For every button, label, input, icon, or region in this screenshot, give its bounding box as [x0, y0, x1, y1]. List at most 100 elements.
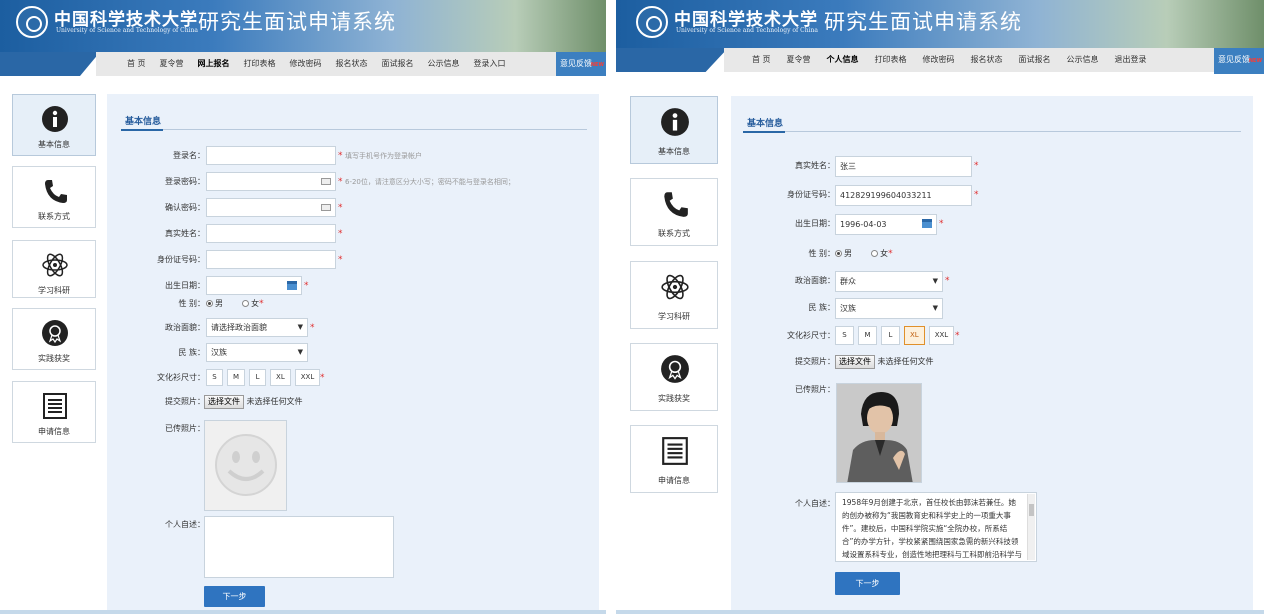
nav-feedback[interactable]: 意见反馈 NEW	[1214, 48, 1264, 74]
panel-divider	[606, 0, 616, 614]
shirt-size-label: 文化衫尺寸：	[157, 373, 205, 382]
size-m-button[interactable]: M	[227, 369, 246, 386]
id-number-input[interactable]: 412829199604033211	[835, 185, 972, 206]
keyboard-icon[interactable]	[321, 178, 331, 185]
info-icon	[42, 106, 68, 132]
sidebar-item-basic-info[interactable]: 基本信息	[12, 94, 96, 156]
username-hint: 填写手机号作为登录帐户	[345, 152, 422, 160]
nav-public-info[interactable]: 公示信息	[421, 52, 467, 76]
calendar-icon[interactable]	[287, 281, 297, 290]
upload-photo-row: 提交照片： 选择文件 未选择任何文件	[107, 392, 599, 412]
nav-logout[interactable]: 退出登录	[1107, 48, 1155, 72]
gender-row: 性 别： 男 女*	[731, 244, 1253, 264]
nav-change-password[interactable]: 修改密码	[915, 48, 963, 72]
size-s-button[interactable]: S	[835, 326, 854, 345]
political-status-select[interactable]: 群众 ▼	[835, 271, 943, 292]
sidebar-item-contact[interactable]: 联系方式	[12, 166, 96, 228]
political-status-value: 群众	[840, 277, 856, 286]
real-name-input[interactable]: 张三	[835, 156, 972, 177]
nav-home[interactable]: 首 页	[744, 48, 779, 72]
calendar-icon[interactable]	[922, 219, 932, 228]
ethnicity-select[interactable]: 汉族 ▼	[206, 343, 308, 362]
nav-public-info[interactable]: 公示信息	[1059, 48, 1107, 72]
nav-print-forms[interactable]: 打印表格	[237, 52, 283, 76]
choose-file-button[interactable]: 选择文件	[835, 354, 875, 369]
nav-personal-info[interactable]: 个人信息	[819, 48, 867, 72]
size-xl-button[interactable]: XL	[270, 369, 291, 386]
textarea-scrollbar[interactable]	[1027, 494, 1035, 560]
sidebar-item-application-info[interactable]: 申请信息	[12, 381, 96, 443]
ethnicity-select[interactable]: 汉族 ▼	[835, 298, 943, 319]
next-step-button[interactable]: 下一步	[204, 586, 265, 607]
choose-file-button[interactable]: 选择文件	[204, 394, 244, 409]
nav-items: 首 页 夏令营 个人信息 打印表格 修改密码 报名状态 面试报名 公示信息 退出…	[744, 48, 1155, 72]
size-xxl-button[interactable]: XXL	[294, 369, 321, 386]
nav-summer-camp[interactable]: 夏令营	[153, 52, 191, 76]
gender-radio-group: 男 女*	[206, 294, 264, 314]
gender-male-radio[interactable]	[206, 300, 213, 307]
nav-print-forms[interactable]: 打印表格	[867, 48, 915, 72]
gender-female-label: 女	[880, 249, 889, 258]
size-l-button[interactable]: L	[881, 326, 900, 345]
scroll-thumb[interactable]	[1029, 504, 1034, 516]
nav-interview-registration[interactable]: 面试报名	[375, 52, 421, 76]
political-status-label: 政治面貌：	[795, 276, 835, 285]
birth-date-row: 出生日期： 1996-04-03 *	[731, 214, 1253, 235]
nav-login[interactable]: 登录入口	[467, 52, 513, 76]
shirt-size-options: S M L XL XXL	[835, 326, 955, 345]
sidebar-item-label: 基本信息	[658, 147, 690, 156]
birth-date-label: 出生日期：	[165, 281, 205, 290]
sidebar-item-practice-awards[interactable]: 实践获奖	[12, 308, 96, 370]
birth-date-input[interactable]	[206, 276, 302, 295]
nav-feedback[interactable]: 意见反馈 NEW	[556, 52, 606, 76]
keyboard-icon[interactable]	[321, 204, 331, 211]
shirt-size-row: 文化衫尺寸： S M L XL XXL *	[731, 326, 1253, 346]
self-intro-textarea[interactable]: 1958年9月创建于北京，首任校长由郭沫若兼任。她的创办被称为“我国教育史和科学…	[835, 492, 1037, 562]
sidebar-item-label: 联系方式	[658, 229, 690, 238]
file-status: 未选择任何文件	[877, 357, 934, 366]
sidebar-item-application-info[interactable]: 申请信息	[630, 425, 718, 493]
sidebar-item-practice-awards[interactable]: 实践获奖	[630, 343, 718, 411]
nav-interview-registration[interactable]: 面试报名	[1011, 48, 1059, 72]
nav-online-registration[interactable]: 网上报名	[191, 52, 237, 76]
gender-female-radio[interactable]	[871, 250, 879, 257]
nav-registration-status[interactable]: 报名状态	[963, 48, 1011, 72]
required-mark: *	[338, 177, 343, 187]
username-input[interactable]	[206, 146, 336, 165]
self-intro-textarea[interactable]	[204, 516, 394, 578]
size-xxl-button[interactable]: XXL	[928, 326, 955, 345]
nav-home[interactable]: 首 页	[120, 52, 153, 76]
political-status-select[interactable]: 请选择政治面貌 ▼	[206, 318, 308, 337]
gender-male-label: 男	[215, 299, 223, 308]
sidebar-item-label: 学习科研	[658, 312, 690, 321]
password-input[interactable]	[206, 172, 336, 191]
ethnicity-label: 民 族：	[808, 303, 835, 312]
username-row: 登录名： * 填写手机号作为登录帐户	[107, 146, 599, 166]
sidebar-item-basic-info[interactable]: 基本信息	[630, 96, 718, 164]
confirm-password-input[interactable]	[206, 198, 336, 217]
required-mark: *	[974, 190, 979, 200]
size-xl-button[interactable]: XL	[904, 326, 925, 345]
id-number-input[interactable]	[206, 250, 336, 269]
next-step-button[interactable]: 下一步	[835, 572, 900, 595]
gender-male-radio[interactable]	[835, 250, 842, 257]
birth-date-input[interactable]: 1996-04-03	[835, 214, 937, 235]
political-status-row: 政治面貌： 群众 ▼ *	[731, 271, 1253, 292]
sidebar-item-study-research[interactable]: 学习科研	[12, 240, 96, 298]
real-name-input[interactable]	[206, 224, 336, 243]
required-mark: *	[320, 373, 325, 383]
size-m-button[interactable]: M	[858, 326, 877, 345]
confirm-password-label: 确认密码：	[165, 203, 205, 212]
nav-summer-camp[interactable]: 夏令营	[779, 48, 819, 72]
sidebar-item-study-research[interactable]: 学习科研	[630, 261, 718, 329]
gender-female-radio[interactable]	[242, 300, 250, 307]
shirt-size-options: S M L XL XXL	[206, 369, 321, 386]
size-s-button[interactable]: S	[206, 369, 223, 386]
size-l-button[interactable]: L	[249, 369, 267, 386]
nav-registration-status[interactable]: 报名状态	[329, 52, 375, 76]
sidebar-item-contact[interactable]: 联系方式	[630, 178, 718, 246]
new-badge: NEW	[1248, 58, 1262, 64]
nav-change-password[interactable]: 修改密码	[283, 52, 329, 76]
required-mark: *	[338, 229, 343, 239]
required-mark: *	[338, 203, 343, 213]
